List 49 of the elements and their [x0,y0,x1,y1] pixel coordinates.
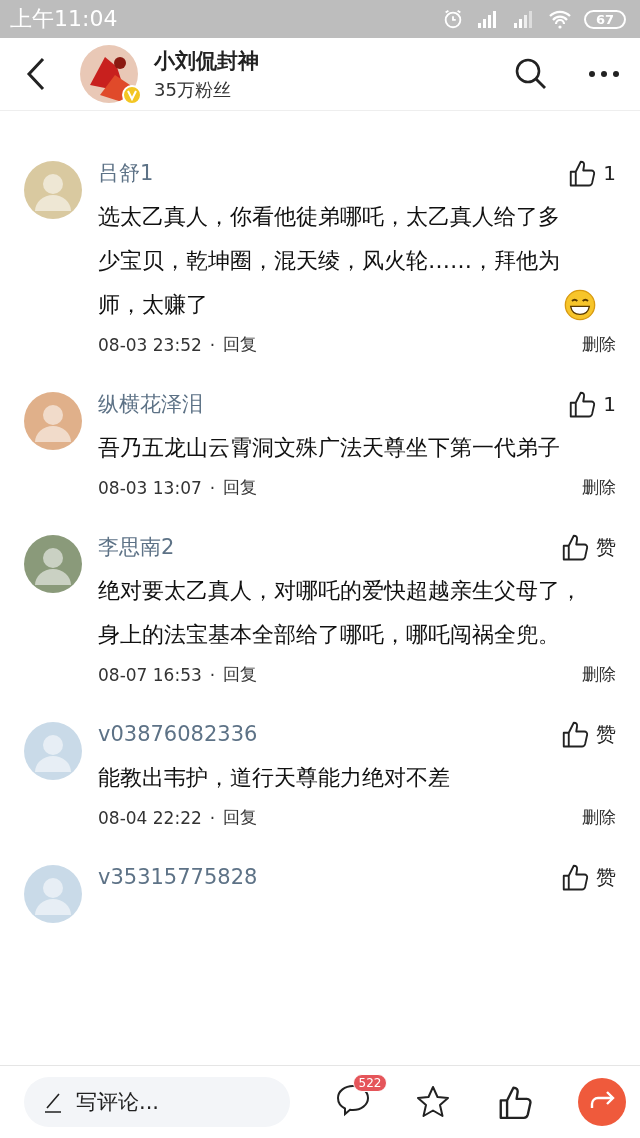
comment-text: 选太乙真人，你看他徒弟哪吒，太乙真人给了多少宝贝，乾坤圈，混天绫，风火轮……，拜他为师，太赚了 [98,203,561,319]
separator-dot: · [209,334,216,355]
comment-time: 08-04 22:22 [98,807,202,828]
comment-time: 08-07 16:53 [98,664,202,685]
separator-dot: · [209,477,216,498]
like-button[interactable]: 赞 [560,862,616,892]
status-time: 上午11:04 [10,5,118,33]
separator-dot: · [209,664,216,685]
comment-field[interactable]: 写评论... [24,1077,290,1127]
thumbs-up-icon [560,719,590,749]
reply-link[interactable]: 回复 [223,806,258,829]
share-icon[interactable] [578,1078,626,1126]
search-icon[interactable] [514,57,548,91]
comment-time: 08-03 23:52 [98,334,202,355]
more-icon[interactable] [588,70,620,78]
like-button[interactable]: 赞 [560,719,616,749]
thumbs-up-icon [560,532,590,562]
user-name[interactable]: 纵横花泽泪 [98,390,203,418]
avatar[interactable] [24,535,82,593]
star-icon[interactable] [415,1084,451,1120]
follower-count: 35万粉丝 [154,77,232,102]
back-icon[interactable] [26,57,46,91]
reply-link[interactable]: 回复 [223,663,258,686]
delete-link[interactable]: 删除 [582,333,616,356]
thumbs-up-icon [560,862,590,892]
like-button[interactable]: 1 [567,158,616,188]
comment-text: 绝对要太乙真人，对哪吒的爱快超越亲生父母了，身上的法宝基本全部给了哪吒，哪吒闯祸全兜。 [98,577,583,649]
like-button[interactable]: 1 [567,389,616,419]
separator-dot: · [209,807,216,828]
comment-count-badge: 522 [352,1074,388,1092]
delete-link[interactable]: 删除 [582,663,616,686]
comment-text: 能教出韦护，道行天尊能力绝对不差 [98,764,450,792]
reply-link[interactable]: 回复 [223,476,258,499]
comment-text: 吾乃五龙山云霄洞文殊广法天尊坐下第一代弟子 [98,434,560,462]
user-name[interactable]: v35315775828 [98,865,258,889]
thumbs-up-icon [567,389,598,419]
grin-emoji-icon [564,289,596,321]
battery-level: 67 [583,9,626,29]
reply-link[interactable]: 回复 [223,333,258,356]
wifi-icon [547,9,572,29]
delete-link[interactable]: 删除 [582,806,616,829]
user-name[interactable]: 李思南2 [98,533,175,561]
like-button[interactable]: 赞 [560,532,616,562]
delete-link[interactable]: 删除 [582,476,616,499]
user-name[interactable]: 吕舒1 [98,159,154,187]
thumbs-up-icon [567,158,598,188]
user-name[interactable]: v03876082336 [98,722,258,746]
account-name[interactable]: 小刘侃封神 [154,46,474,75]
comment-time: 08-03 13:07 [98,477,202,498]
